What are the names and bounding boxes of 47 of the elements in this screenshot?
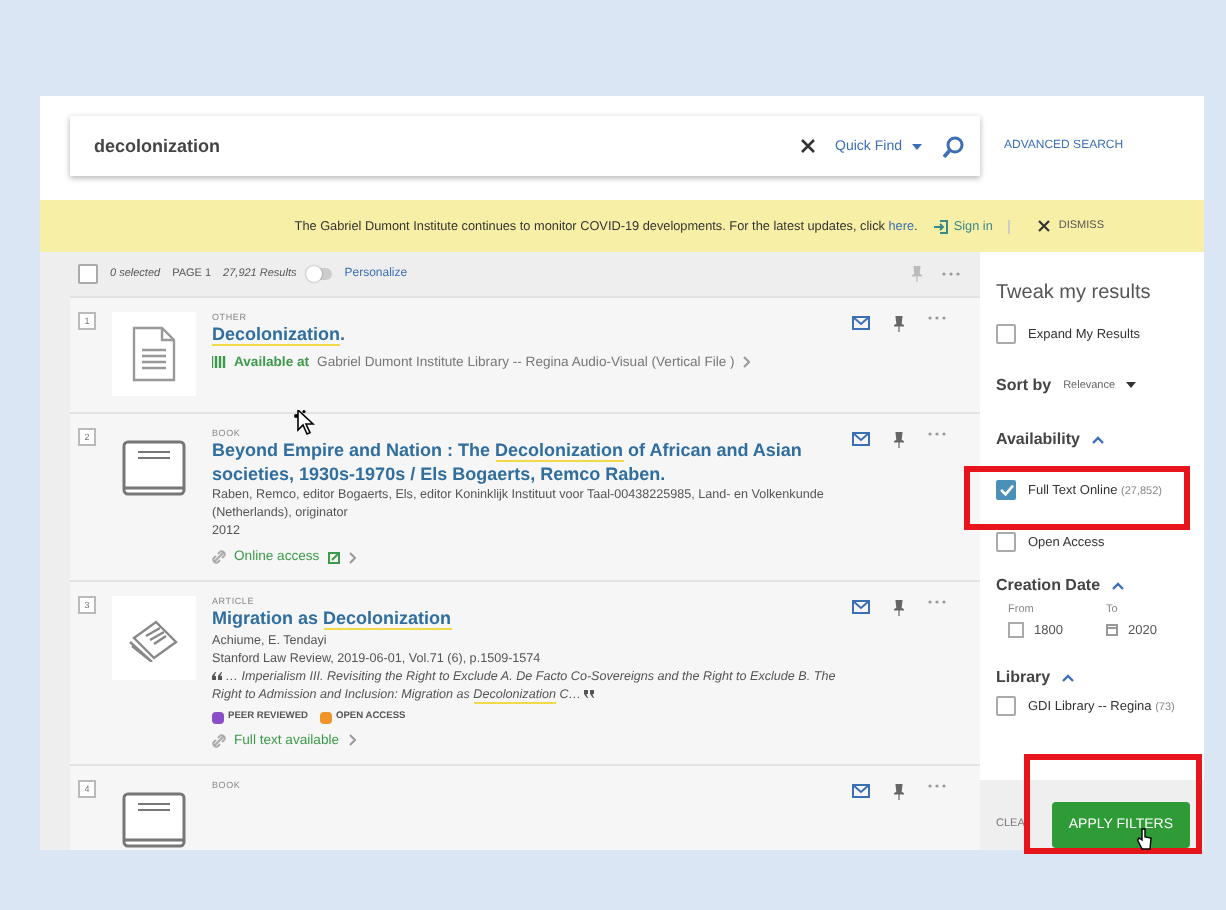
mail-icon[interactable] xyxy=(852,600,870,614)
caret-icon xyxy=(1125,382,1136,388)
filter-header[interactable]: Availability xyxy=(996,430,1204,448)
chevron-icon[interactable] xyxy=(347,551,356,563)
sort-label: Sort by xyxy=(996,376,1052,394)
pin-icon[interactable] xyxy=(894,316,904,332)
pin-icon[interactable] xyxy=(894,600,904,616)
clear-icon[interactable] xyxy=(799,138,816,154)
link-icon xyxy=(212,733,226,747)
mail-icon[interactable] xyxy=(852,432,870,446)
result-title[interactable]: Migration as Decolonization xyxy=(212,608,836,631)
sign-in-icon[interactable] xyxy=(933,219,948,233)
result-title[interactable]: Beyond Empire and Nation : The Decolonization of African and Asian societies, 1930s-1970s / Els Bogaerts, Remco Raben. xyxy=(212,440,836,486)
square-icon[interactable] xyxy=(1008,622,1024,638)
quote-icon xyxy=(584,689,595,697)
caret-icon xyxy=(912,143,922,149)
result-card[interactable] xyxy=(70,580,980,763)
link-icon xyxy=(212,550,226,564)
search-icon[interactable] xyxy=(942,135,964,157)
search-text[interactable]: decolonization xyxy=(94,136,784,156)
quote-icon xyxy=(212,671,222,679)
document-icon xyxy=(132,326,176,382)
sidebar-title: Tweak my results xyxy=(996,282,1153,304)
checkbox[interactable] xyxy=(78,264,98,284)
filter-header[interactable]: Library xyxy=(996,668,1204,686)
move-cursor-icon xyxy=(294,410,318,438)
chevron-icon[interactable] xyxy=(742,356,751,368)
filter-header[interactable]: Creation Date xyxy=(996,576,1204,594)
book-icon xyxy=(122,440,186,500)
close-icon xyxy=(1038,220,1051,232)
calendar-icon[interactable] xyxy=(1106,624,1118,636)
toggle-switch[interactable] xyxy=(308,268,333,280)
hand-cursor-icon xyxy=(1136,828,1152,850)
checkbox[interactable] xyxy=(996,696,1016,716)
mail-icon[interactable] xyxy=(852,783,870,797)
checkbox[interactable] xyxy=(996,324,1016,344)
result-title[interactable]: Decolonization. xyxy=(212,324,836,347)
pin-icon[interactable] xyxy=(894,783,904,799)
pin-icon[interactable] xyxy=(894,432,904,448)
checkbox[interactable] xyxy=(996,480,1016,500)
mail-icon[interactable] xyxy=(852,316,870,330)
result-card[interactable] xyxy=(70,412,980,580)
check-icon xyxy=(999,484,1013,496)
checkbox[interactable] xyxy=(996,532,1016,552)
book-icon xyxy=(122,791,186,850)
external-link-icon xyxy=(327,551,340,563)
chevron-icon[interactable] xyxy=(347,734,356,746)
